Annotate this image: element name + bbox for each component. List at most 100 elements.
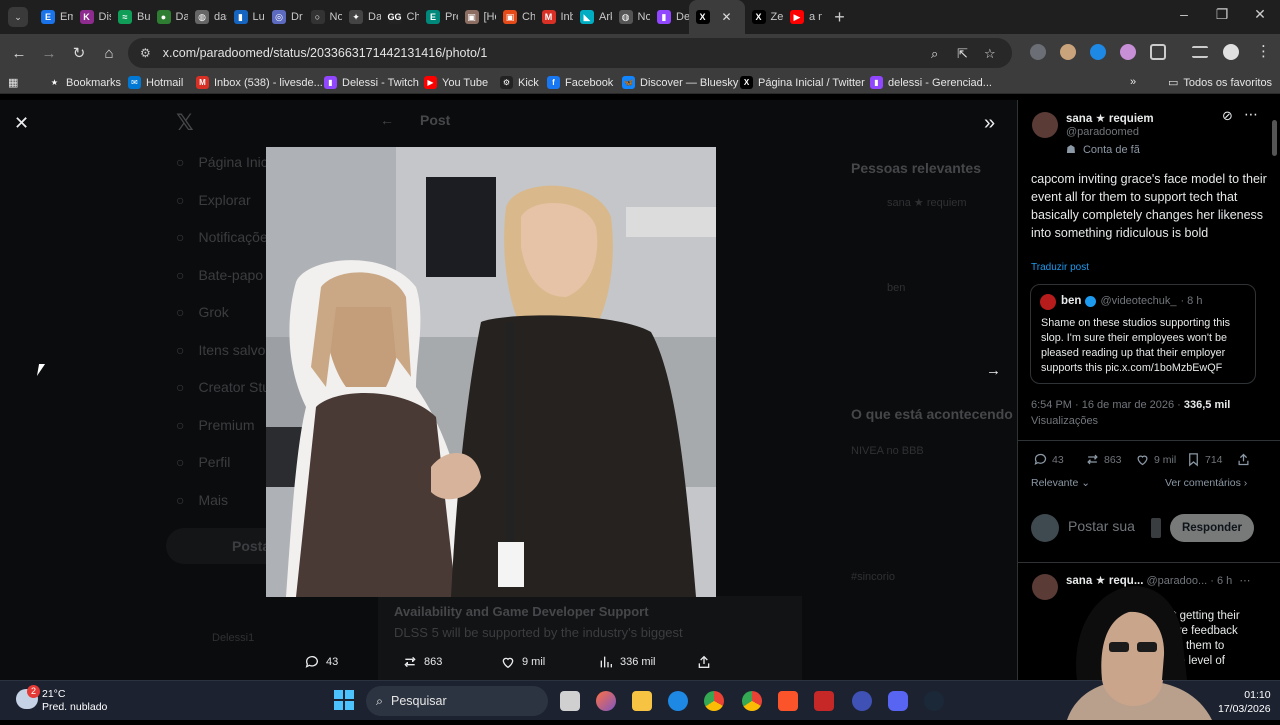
menu-kebab-icon[interactable]: ⋮ — [1256, 42, 1271, 60]
bookmark-item[interactable]: X Página Inicial / Twitter — [740, 76, 865, 89]
browser-tab[interactable]: ▮ Lur — [227, 0, 265, 34]
browser-tab[interactable]: M Inb — [535, 0, 573, 34]
like-button[interactable]: 9 mil — [1135, 452, 1176, 467]
restore-button[interactable]: ❐ — [1212, 6, 1232, 23]
browser-tab[interactable]: ▣ Ch — [496, 0, 535, 34]
share-button[interactable] — [1236, 452, 1251, 467]
browser-tab[interactable]: ▶ a n — [783, 0, 822, 34]
close-tab-icon[interactable]: ✕ — [722, 10, 732, 24]
shield-extension-icon[interactable] — [1030, 44, 1046, 60]
extensions-puzzle-icon[interactable] — [1150, 44, 1166, 60]
browser-tab[interactable]: ● Da — [150, 0, 188, 34]
bookmark-item[interactable]: ★ Bookmarks — [48, 76, 121, 89]
browser-tab[interactable]: E Pre — [419, 0, 458, 34]
close-window-button[interactable]: ✕ — [1250, 6, 1270, 23]
media-control-icon[interactable] — [1192, 46, 1208, 58]
browser-tab[interactable]: ◣ Ark — [573, 0, 612, 34]
brave-icon[interactable] — [778, 691, 798, 711]
bookmark-item[interactable]: ▮ Delessi - Twitch — [324, 76, 419, 89]
browser-tab[interactable]: GG Ch — [381, 0, 419, 34]
shazam-extension-icon[interactable] — [1090, 44, 1106, 60]
bookmark-item[interactable]: M Inbox (538) - livesde... — [196, 76, 323, 89]
file-explorer-icon[interactable] — [632, 691, 652, 711]
voicemeeter-icon[interactable] — [814, 691, 834, 711]
browser-tab[interactable]: ▣ [Ho — [458, 0, 496, 34]
bookmark-button[interactable]: 714 — [1186, 452, 1223, 467]
next-media-arrow-icon[interactable]: → — [986, 362, 1001, 379]
browser-tab[interactable]: X ✕ — [688, 0, 745, 34]
home-button[interactable]: ⌂ — [94, 45, 124, 62]
start-button[interactable] — [334, 690, 354, 710]
viewer-repost-button[interactable]: 863 — [402, 654, 442, 670]
panel-scrollbar[interactable] — [1272, 120, 1277, 156]
address-bar[interactable]: ⚙ x.com/paradoomed/status/20336631714421… — [128, 38, 1012, 68]
browser-tab[interactable]: X Zer — [745, 0, 783, 34]
bookmark-item[interactable]: ▮ delessi - Gerenciad... — [870, 76, 992, 89]
star-icon[interactable]: ☆ — [984, 46, 996, 62]
browser-tab[interactable]: ◍ das — [188, 0, 227, 34]
task-view-icon[interactable] — [560, 691, 580, 711]
author-name[interactable]: sana ★ requiem — [1066, 111, 1154, 125]
steam-icon[interactable] — [924, 691, 944, 711]
profile-avatar-icon[interactable] — [1223, 44, 1239, 60]
translate-post-link[interactable]: Traduzir post — [1031, 262, 1089, 273]
back-button[interactable]: ← — [4, 45, 34, 62]
viewer-views-button[interactable]: 336 mil — [598, 654, 655, 670]
grok-icon[interactable]: ⊘ — [1222, 108, 1233, 124]
app-icon-2[interactable] — [852, 691, 872, 711]
taskbar-search[interactable]: ⌕ Pesquisar — [366, 686, 548, 716]
reply-more-icon[interactable]: ⋯ — [1239, 575, 1250, 587]
tweet-timestamp[interactable]: 6:54 PM · 16 de mar de 2026 · — [1031, 399, 1181, 411]
search-icon[interactable]: ⌕ — [931, 46, 938, 62]
browser-tab[interactable]: ◍ No — [612, 0, 650, 34]
site-info-icon[interactable]: ⚙ — [140, 46, 151, 60]
reply-button-submit[interactable]: Responder — [1170, 514, 1254, 542]
edge-icon[interactable] — [668, 691, 688, 711]
bookmark-item[interactable]: ✉ Hotmail — [128, 76, 183, 89]
author-avatar[interactable] — [1032, 112, 1058, 138]
all-bookmarks-folder[interactable]: ▭ Todos os favoritos — [1168, 76, 1272, 90]
more-bookmarks-chevron-icon[interactable]: » — [1130, 76, 1136, 88]
chrome-icon-2[interactable] — [742, 691, 762, 711]
browser-tab[interactable]: E Em — [34, 0, 73, 34]
minimize-button[interactable]: – — [1174, 6, 1194, 22]
browser-tab[interactable]: K Dis — [73, 0, 111, 34]
bookmark-item[interactable]: ▶ You Tube — [424, 76, 488, 89]
viewer-share-button[interactable] — [696, 654, 712, 670]
discord-icon[interactable] — [888, 691, 908, 711]
chrome-icon[interactable] — [704, 691, 724, 711]
reply-button[interactable]: 43 — [1033, 452, 1064, 467]
clock[interactable]: 01:10 17/03/2026 — [1218, 688, 1271, 716]
avatar-extension-icon[interactable] — [1060, 44, 1076, 60]
see-replies-link[interactable]: Ver comentários › — [1165, 477, 1247, 489]
quoted-tweet[interactable]: ben @videotechuk_ · 8 h Shame on these s… — [1030, 284, 1256, 384]
collapse-panel-icon[interactable]: » — [984, 112, 995, 135]
bookmark-item[interactable]: ⚙ Kick — [500, 76, 539, 89]
browser-tab[interactable]: ◎ Dr — [265, 0, 304, 34]
browser-tab[interactable]: ▮ Del — [650, 0, 689, 34]
bookmark-item[interactable]: f Facebook — [547, 76, 613, 89]
more-options-icon[interactable]: ⋯ — [1244, 106, 1258, 123]
new-tab-button[interactable]: + — [830, 7, 850, 28]
repost-button[interactable]: 863 — [1085, 452, 1122, 467]
tab-search-button[interactable]: ⌄ — [8, 7, 28, 27]
browser-tab[interactable]: ○ No — [304, 0, 342, 34]
forward-button[interactable]: → — [34, 45, 64, 62]
author-handle[interactable]: @paradoomed — [1066, 126, 1139, 138]
viewer-reply-button[interactable]: 43 — [304, 654, 338, 670]
post-photo[interactable] — [266, 147, 716, 597]
apps-grid-icon[interactable]: ▦ — [8, 76, 18, 89]
weather-widget[interactable]: 21°C Pred. nublado — [42, 688, 107, 714]
close-viewer-icon[interactable]: ✕ — [14, 113, 29, 134]
browser-tab[interactable]: ✦ Da — [342, 0, 381, 34]
reply-input[interactable]: Postar sua — [1068, 518, 1135, 534]
install-icon[interactable]: ⇱ — [957, 46, 968, 62]
viewer-like-button[interactable]: 9 mil — [500, 654, 545, 670]
bookmark-item[interactable]: 🦋 Discover — Bluesky — [622, 76, 738, 89]
sort-dropdown[interactable]: Relevante ⌄ — [1031, 477, 1090, 489]
reload-button[interactable]: ↻ — [64, 44, 94, 62]
browser-tab[interactable]: ≈ Bus — [111, 0, 150, 34]
app-icon[interactable] — [596, 691, 616, 711]
extension-icon[interactable] — [1120, 44, 1136, 60]
emoji-icon[interactable] — [1151, 518, 1161, 538]
